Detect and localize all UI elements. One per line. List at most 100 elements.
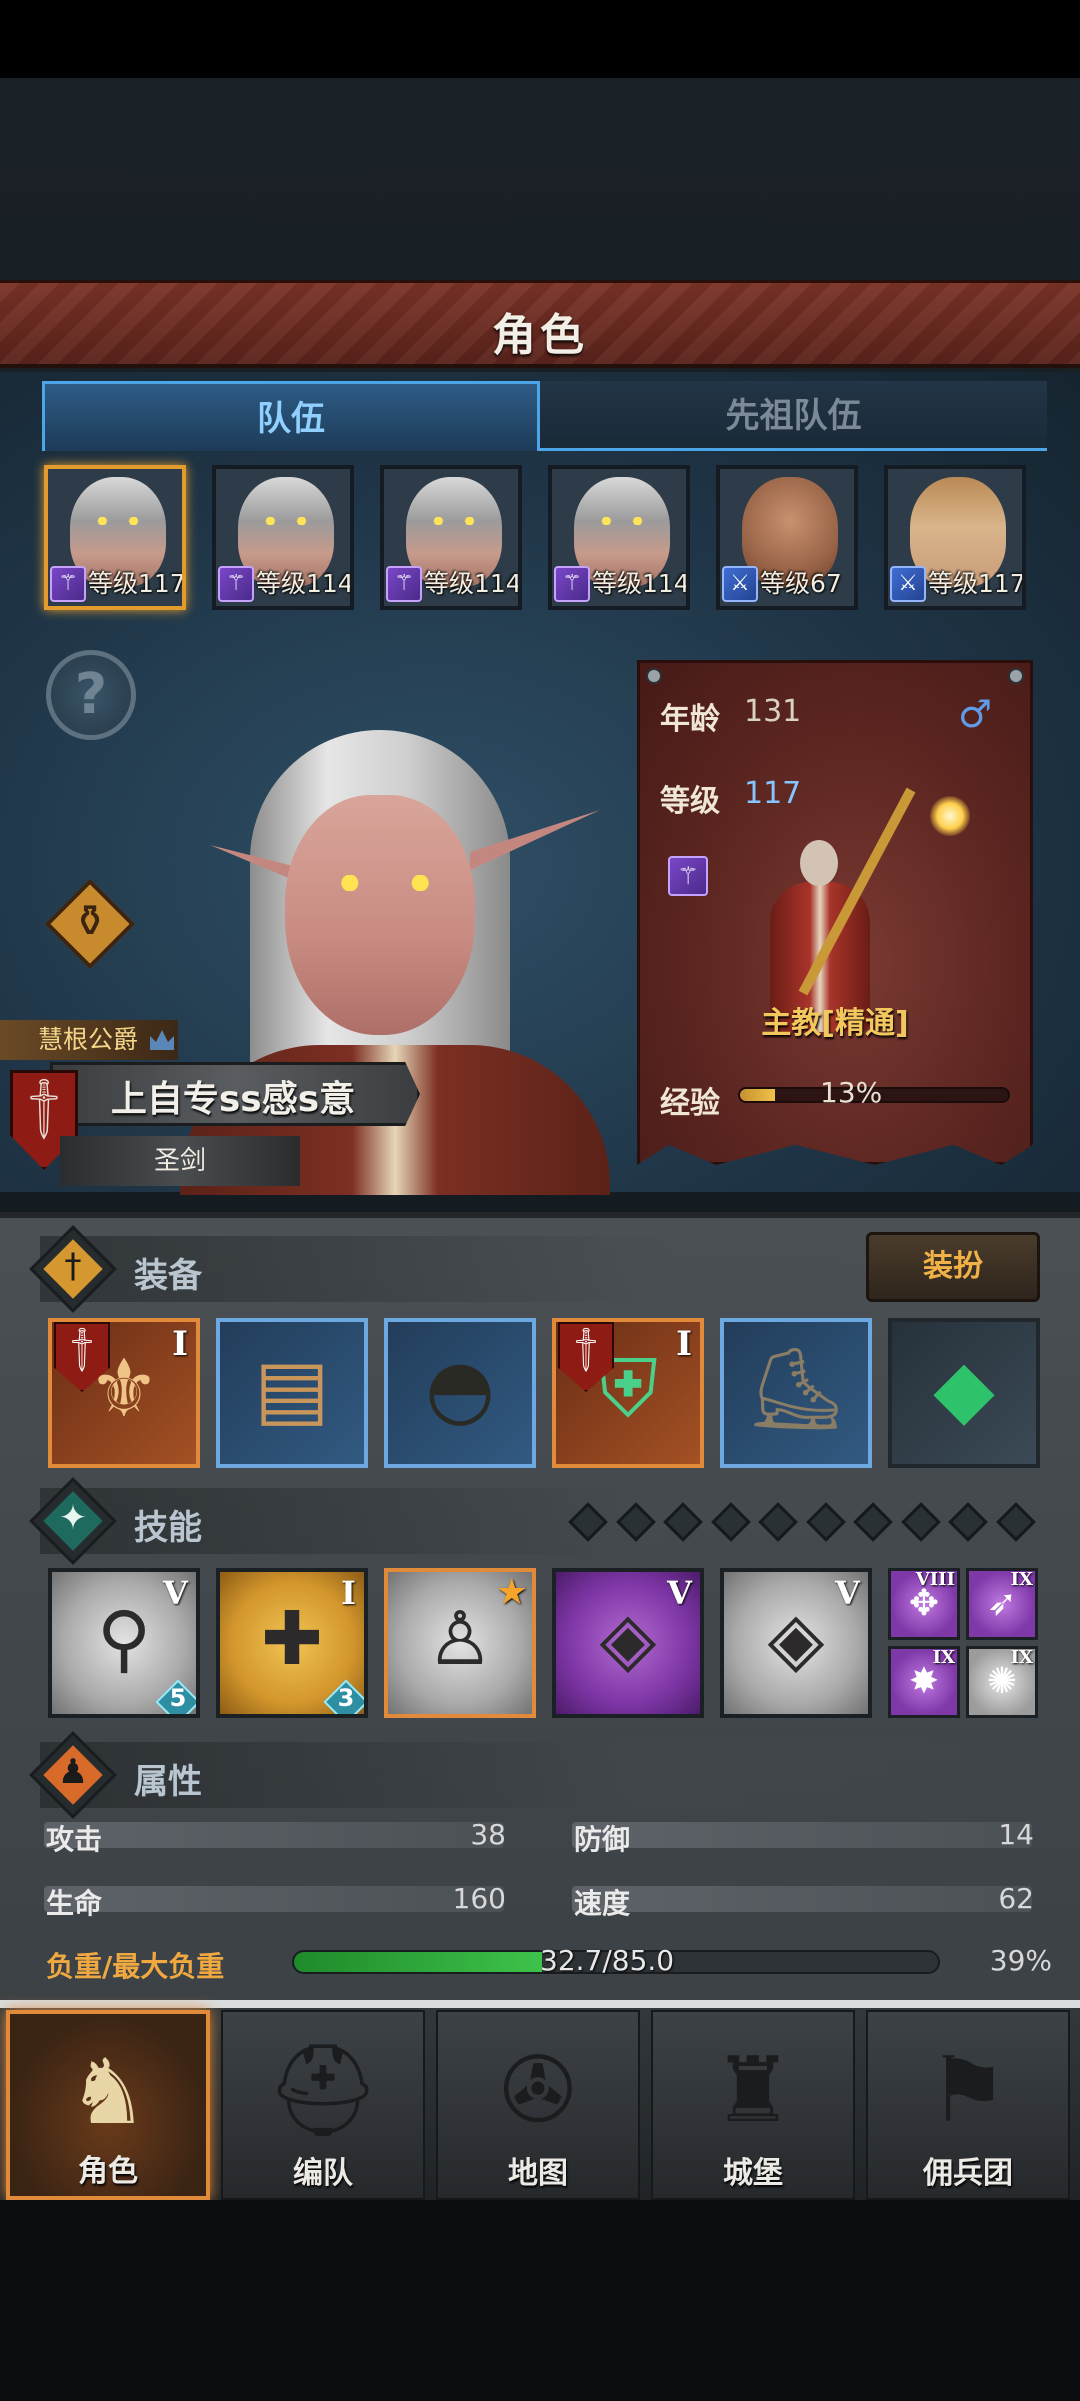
- skill-slots: ⚲ V 5 ✚ I 3 ♙ ★ ◈ V ◈ V ✥ VIII ➶ IX ✸ IX ✺ IX: [48, 1568, 1048, 1718]
- hood-icon: ◓: [425, 1342, 495, 1435]
- sword-icon: ⚔: [722, 566, 758, 602]
- exp-percent: 13%: [820, 1076, 883, 1109]
- knight-icon: ♞: [67, 2040, 149, 2145]
- nav-item-0[interactable]: ♞ 角色: [6, 2010, 210, 2200]
- boots-icon: ⛸: [745, 1342, 847, 1435]
- skill-slot[interactable]: ⚲ V 5: [48, 1568, 200, 1718]
- equipment-slot-armor[interactable]: ⛨ 🗡 I: [552, 1318, 704, 1468]
- equipment-slots: ⚜ 🗡 I ▤ ◓ ⛨ 🗡 I ⛸ ◆: [48, 1318, 1048, 1470]
- skill-level-number: 3: [337, 1684, 355, 1712]
- nav-item-1[interactable]: ⛑ 编队: [221, 2010, 425, 2200]
- age-label: 年龄: [660, 702, 720, 737]
- tier-label: IX: [1010, 1647, 1033, 1668]
- party-member-card[interactable]: ⚚ 等级114: [548, 465, 690, 610]
- book-icon: ▤: [254, 1342, 330, 1435]
- speed-value: 62: [998, 1882, 1034, 1915]
- exp-bar-fill: [740, 1089, 775, 1101]
- party-member-card[interactable]: ⚚ 等级114: [212, 465, 354, 610]
- help-button[interactable]: ?: [46, 650, 136, 740]
- pin-icon: [1008, 668, 1024, 684]
- gem-icon: ◆: [933, 1342, 995, 1435]
- level-label: 等级: [660, 784, 720, 819]
- portrait-eyes: [330, 875, 440, 891]
- tier-label: V: [667, 1574, 692, 1612]
- portrait-face: [285, 795, 475, 1035]
- castle-icon: ♜: [712, 2038, 794, 2143]
- tier-label: I: [172, 1324, 188, 1364]
- team-tabs: 队伍 先祖队伍: [42, 381, 1047, 451]
- equipment-slot-boots[interactable]: ⛸: [720, 1318, 872, 1468]
- dress-up-button[interactable]: 装扮: [866, 1232, 1040, 1302]
- passive-skill-slot[interactable]: ✥ VIII: [888, 1568, 960, 1640]
- party-member-card[interactable]: ⚚ 等级117: [44, 465, 186, 610]
- attack-label: 攻击: [46, 1823, 103, 1856]
- load-label: 负重/最大负重: [46, 1950, 225, 1983]
- passive-skill-slot[interactable]: ✸ IX: [888, 1646, 960, 1718]
- passive-skill-slot[interactable]: ➶ IX: [966, 1568, 1038, 1640]
- member-level: 等级117: [88, 569, 186, 598]
- skill-slot[interactable]: ◈ V: [720, 1568, 872, 1718]
- person-icon: ♟: [57, 1752, 89, 1792]
- staff-icon: ⚚: [386, 566, 422, 602]
- speed-label: 速度: [574, 1887, 631, 1920]
- nav-label: 编队: [293, 2156, 353, 2191]
- load-bar-fill: [294, 1952, 542, 1972]
- nav-label: 地图: [508, 2156, 568, 2191]
- staff-icon: ⚚: [218, 566, 254, 602]
- skill-point-pip: [900, 1502, 941, 1542]
- defense-value: 14: [998, 1818, 1034, 1851]
- nav-item-3[interactable]: ♜ 城堡: [651, 2010, 855, 2200]
- header-banner: 角色: [0, 280, 1080, 368]
- equipment-slot-accessory[interactable]: ◆: [888, 1318, 1040, 1468]
- tier-label: I: [341, 1574, 356, 1612]
- hero-name: 上自专ss感s意: [110, 1079, 356, 1120]
- exp-label: 经验: [660, 1086, 720, 1121]
- skill-point-pip: [710, 1502, 751, 1542]
- staff-icon: ⚚: [554, 566, 590, 602]
- nav-label: 角色: [78, 2154, 138, 2189]
- star-icon: ★: [495, 1572, 528, 1613]
- tab-ancestor-team[interactable]: 先祖队伍: [540, 381, 1047, 451]
- skill-point-pip: [805, 1502, 846, 1542]
- skill-slot[interactable]: ♙ ★: [384, 1568, 536, 1718]
- skill-point-pip: [568, 1502, 608, 1542]
- skill-slot[interactable]: ◈ V: [552, 1568, 704, 1718]
- class-name: 主教[精通]: [761, 1006, 909, 1041]
- skill-point-pip: [948, 1502, 988, 1542]
- tier-label: I: [676, 1324, 692, 1364]
- figure-head: [800, 840, 838, 886]
- skill-point-pip: [853, 1502, 893, 1542]
- tier-label: V: [835, 1574, 860, 1612]
- member-eyes: [428, 517, 480, 525]
- tier-label: VIII: [915, 1569, 955, 1590]
- compass-icon: ✇: [500, 2038, 576, 2143]
- member-eyes: [92, 517, 144, 525]
- equipment-slot-head[interactable]: ◓: [384, 1318, 536, 1468]
- skill-slot[interactable]: ✚ I 3: [216, 1568, 368, 1718]
- party-member-card[interactable]: ⚔ 等级67: [716, 465, 858, 610]
- bottom-safe-area: [0, 2200, 1080, 2401]
- passive-skill-slot[interactable]: ✺ IX: [966, 1646, 1038, 1718]
- age-value: 131: [744, 694, 802, 729]
- member-eyes: [260, 517, 312, 525]
- equipment-slot-weapon[interactable]: ⚜ 🗡 I: [48, 1318, 200, 1468]
- helmet-icon: ⛑: [265, 2038, 381, 2143]
- equipment-slot-offhand[interactable]: ▤: [216, 1318, 368, 1468]
- party-member-card[interactable]: ⚚ 等级114: [380, 465, 522, 610]
- member-eyes: [596, 517, 648, 525]
- banner-hand-icon: ⚑: [927, 2038, 1009, 2143]
- party-member-card[interactable]: ⚔ 等级117: [884, 465, 1026, 610]
- member-level: 等级114: [256, 569, 354, 598]
- attack-value: 38: [470, 1818, 506, 1851]
- tab-team[interactable]: 队伍: [42, 381, 540, 451]
- skill-point-pips: [566, 1502, 1042, 1542]
- orb-icon: [930, 796, 970, 836]
- load-percent: 39%: [989, 1944, 1052, 1977]
- nav-item-2[interactable]: ✇ 地图: [436, 2010, 640, 2200]
- equipment-title: 装备: [134, 1256, 202, 1296]
- nav-label: 城堡: [723, 2156, 783, 2191]
- male-icon: ♂: [958, 692, 993, 736]
- potion-button[interactable]: ⚱: [44, 878, 136, 970]
- potion-icon: ⚱: [71, 896, 109, 947]
- nav-item-4[interactable]: ⚑ 佣兵团: [866, 2010, 1070, 2200]
